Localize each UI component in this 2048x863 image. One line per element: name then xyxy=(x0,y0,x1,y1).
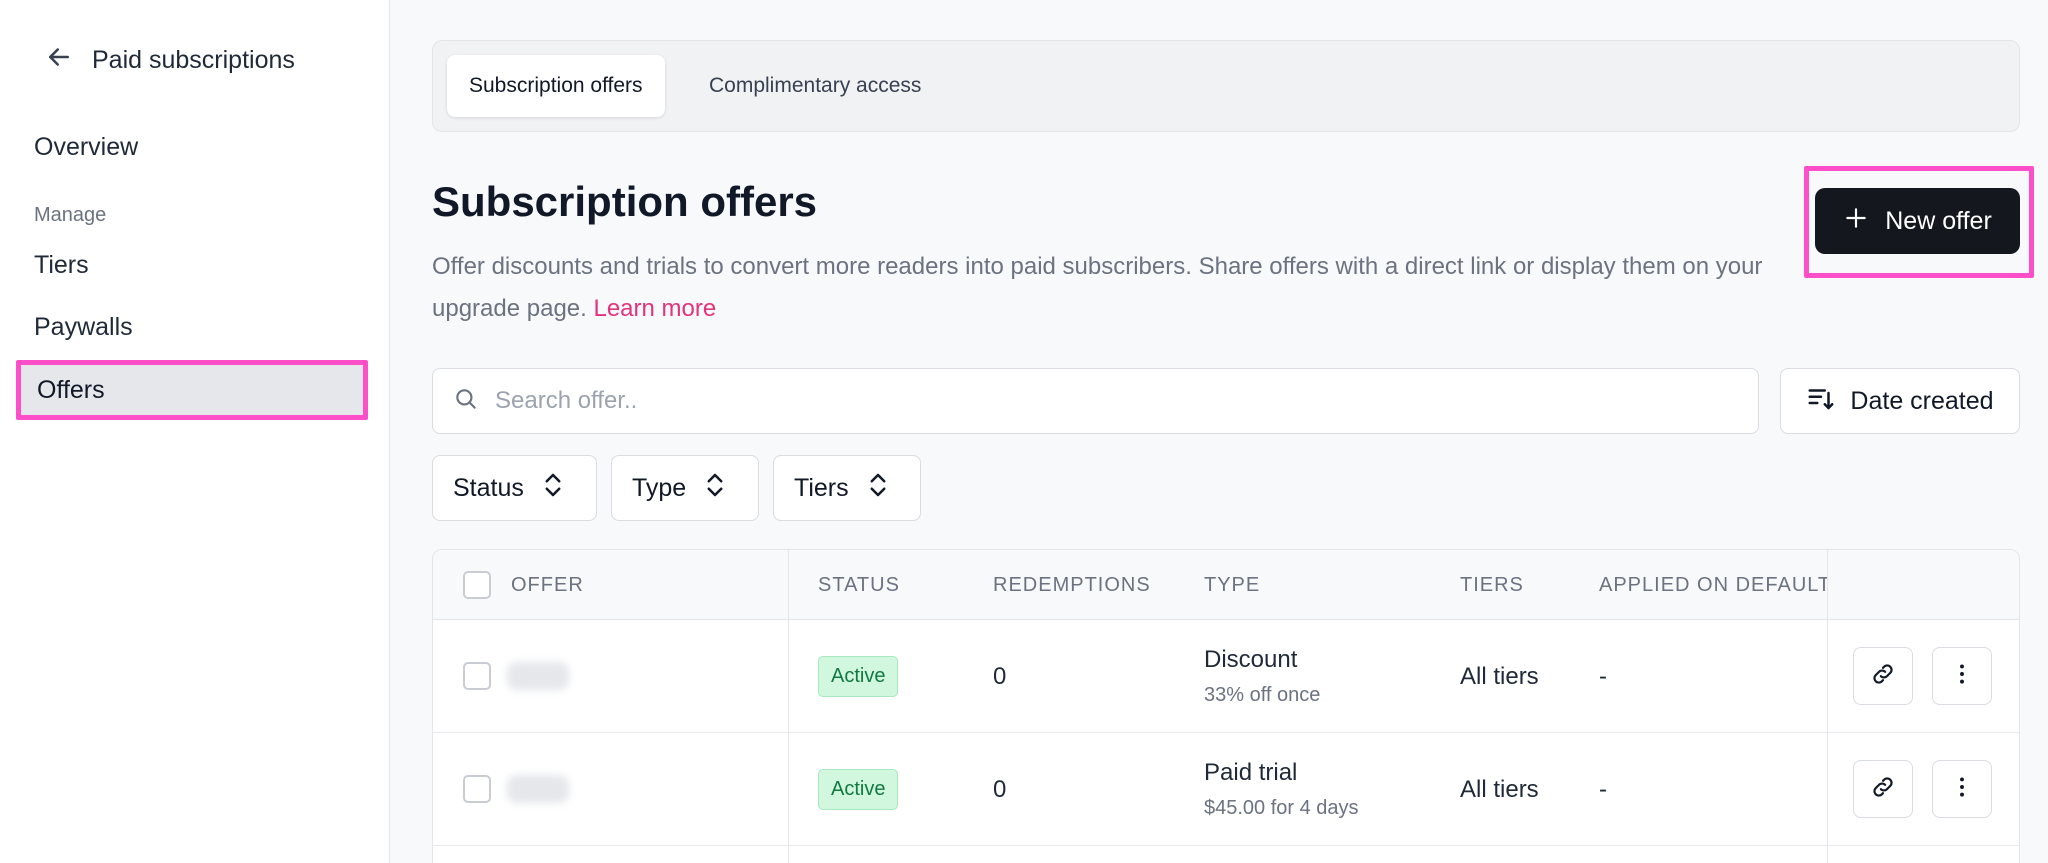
offer-name-blurred xyxy=(507,662,569,690)
redemptions-cell: 0 xyxy=(993,662,1007,690)
sort-descending-icon xyxy=(1806,383,1836,420)
more-actions-button[interactable] xyxy=(1932,760,1992,818)
sidebar: Paid subscriptions Overview Manage Tiers… xyxy=(0,0,390,863)
status-badge: Active xyxy=(818,769,899,810)
column-type[interactable]: TYPE xyxy=(1204,550,1260,620)
sidebar-item-paywalls[interactable]: Paywalls xyxy=(34,305,133,349)
link-icon xyxy=(1870,774,1896,805)
table-header: OFFER STATUS REDEMPTIONS TYPE TIERS APPL… xyxy=(433,550,2019,620)
type-cell: Discount 33% off once xyxy=(1204,620,1320,733)
type-cell: Paid trial $45.00 for 4 days xyxy=(1204,733,1359,846)
sort-label: Date created xyxy=(1850,386,1994,415)
learn-more-link[interactable]: Learn more xyxy=(593,295,716,322)
back-link[interactable]: Paid subscriptions xyxy=(44,40,295,80)
sidebar-item-tiers[interactable]: Tiers xyxy=(34,243,89,287)
sort-button[interactable]: Date created xyxy=(1780,368,2020,434)
chevron-up-down-icon xyxy=(704,470,726,507)
status-filter[interactable]: Status xyxy=(432,455,597,521)
tab-subscription-offers[interactable]: Subscription offers xyxy=(447,55,665,117)
chevron-up-down-icon xyxy=(867,470,889,507)
more-vertical-icon xyxy=(1949,661,1975,692)
tiers-cell: All tiers xyxy=(1460,775,1539,803)
sidebar-section-manage: Manage xyxy=(34,204,107,226)
copy-link-button[interactable] xyxy=(1853,647,1913,705)
row-checkbox[interactable] xyxy=(463,662,491,690)
type-label: Paid trial xyxy=(1204,759,1298,786)
column-status[interactable]: STATUS xyxy=(818,550,900,620)
back-link-label: Paid subscriptions xyxy=(92,45,295,74)
tiers-filter-label: Tiers xyxy=(794,473,849,502)
tabs-bar: Subscription offers Complimentary access xyxy=(432,40,2020,132)
sidebar-item-overview[interactable]: Overview xyxy=(34,125,138,169)
sidebar-item-offers[interactable]: Offers xyxy=(16,360,368,420)
link-icon xyxy=(1870,661,1896,692)
column-applied-on-default[interactable]: APPLIED ON DEFAULT xyxy=(1599,550,1827,620)
search-box xyxy=(432,368,1759,434)
column-tiers[interactable]: TIERS xyxy=(1460,550,1524,620)
sidebar-item-offers-label: Offers xyxy=(37,375,105,404)
column-redemptions[interactable]: REDEMPTIONS xyxy=(993,550,1151,620)
type-filter-label: Type xyxy=(632,473,687,502)
column-offer[interactable]: OFFER xyxy=(511,550,584,620)
chevron-up-down-icon xyxy=(542,470,564,507)
applied-on-default-cell: - xyxy=(1599,662,1607,690)
plus-icon xyxy=(1843,205,1869,238)
status-badge: Active xyxy=(818,656,899,697)
status-cell: Active xyxy=(818,733,899,846)
table-row[interactable]: Active 0 Paid trial $45.00 for 4 days Al… xyxy=(433,733,2019,846)
tiers-filter[interactable]: Tiers xyxy=(773,455,921,521)
page-description: Offer discounts and trials to convert mo… xyxy=(432,246,1802,330)
tiers-cell: All tiers xyxy=(1460,662,1539,690)
type-detail: $45.00 for 4 days xyxy=(1204,797,1359,819)
search-input[interactable] xyxy=(495,387,1758,415)
status-filter-label: Status xyxy=(453,473,524,502)
redemptions-cell: 0 xyxy=(993,775,1007,803)
row-checkbox[interactable] xyxy=(463,775,491,803)
arrow-left-icon xyxy=(44,42,74,79)
table-row[interactable]: Active 0 Discount 33% off once All tiers… xyxy=(433,620,2019,733)
type-detail: 33% off once xyxy=(1204,684,1321,706)
offers-table: OFFER STATUS REDEMPTIONS TYPE TIERS APPL… xyxy=(432,549,2020,863)
new-offer-label: New offer xyxy=(1885,206,1992,235)
type-label: Discount xyxy=(1204,646,1298,673)
search-icon xyxy=(453,386,479,417)
tab-complimentary-access[interactable]: Complimentary access xyxy=(687,55,943,117)
offer-name-blurred xyxy=(507,775,569,803)
more-vertical-icon xyxy=(1949,774,1975,805)
new-offer-button[interactable]: New offer xyxy=(1815,188,2020,254)
copy-link-button[interactable] xyxy=(1853,760,1913,818)
page-title: Subscription offers xyxy=(432,178,818,225)
applied-on-default-cell: - xyxy=(1599,775,1607,803)
select-all-checkbox[interactable] xyxy=(463,571,491,599)
status-cell: Active xyxy=(818,620,899,733)
more-actions-button[interactable] xyxy=(1932,647,1992,705)
type-filter[interactable]: Type xyxy=(611,455,759,521)
